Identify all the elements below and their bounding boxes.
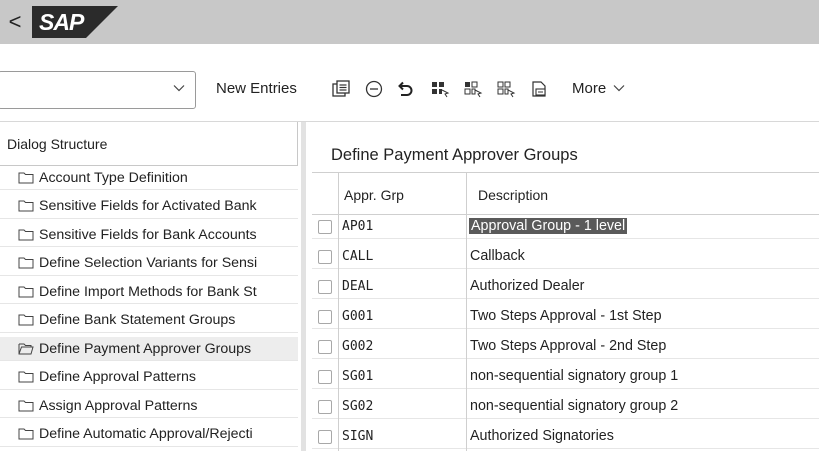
folder-icon [18,428,34,440]
back-chevron-icon: < [8,9,22,34]
table-row[interactable]: SG01 non-sequential signatory group 1 [312,365,819,389]
new-entries-button[interactable]: New Entries [216,80,297,97]
cell-description[interactable]: Authorized Dealer [470,278,584,294]
dialog-structure-title: Dialog Structure [0,122,298,166]
tree-item[interactable]: Account Type Definition [0,166,298,190]
tree-item[interactable]: Sensitive Fields for Bank Accounts [0,223,298,247]
folder-icon [18,229,34,240]
tree-item-label: Sensitive Fields for Activated Bank [39,198,257,214]
folder-icon [18,257,34,269]
more-button[interactable]: More [572,80,625,97]
tree-item-label: Define Selection Variants for Sensi [39,255,258,271]
table-row[interactable]: SIGN Authorized Signatories [312,425,819,449]
table-row[interactable]: G001 Two Steps Approval - 1st Step [312,305,819,329]
table-header: Appr. Grp Description [312,172,819,215]
select-block-icon[interactable] [462,78,484,100]
cell-appr-grp[interactable]: SG02 [342,399,373,414]
row-select-checkbox[interactable] [318,250,332,264]
column-header-appr-grp[interactable]: Appr. Grp [344,187,404,203]
undo-icon[interactable] [394,78,416,100]
more-label: More [572,80,607,97]
chevron-down-icon [613,85,625,92]
cell-description[interactable]: non-sequential signatory group 1 [470,368,678,384]
table-row[interactable]: AP01 Approval Group - 1 level [312,215,819,239]
row-select-checkbox[interactable] [318,430,332,444]
print-icon[interactable] [528,78,550,100]
tree-item-label: Define Payment Approver Groups [39,340,252,357]
copy-as-icon[interactable] [330,78,352,100]
tree-item-label: Sensitive Fields for Bank Accounts [39,226,257,243]
column-divider [466,172,467,451]
row-select-checkbox[interactable] [318,370,332,384]
folder-icon [18,200,34,212]
tree-item[interactable]: Define Approval Patterns [0,366,298,390]
tree-item-label: Account Type Definition [39,169,188,186]
column-divider [338,172,339,451]
table-row[interactable]: SG02 non-sequential signatory group 2 [312,395,819,419]
folder-icon [18,314,34,326]
tree-item[interactable]: Define Selection Variants for Sensi [0,252,298,276]
tree-item-label: Define Bank Statement Groups [39,312,236,328]
pane-splitter[interactable] [301,122,306,451]
folder-icon [18,172,34,183]
cell-appr-grp[interactable]: SG01 [342,369,373,384]
folder-open-icon [18,343,34,354]
cell-appr-grp[interactable]: DEAL [342,279,373,294]
select-all-icon[interactable] [429,78,451,100]
tree-item[interactable]: Sensitive Fields for Activated Bank [0,195,298,219]
row-select-checkbox[interactable] [318,220,332,234]
table-row[interactable]: G002 Two Steps Approval - 2nd Step [312,335,819,359]
folder-icon [18,400,34,411]
tree-item-label: Define Import Methods for Bank St [39,283,257,300]
back-button[interactable]: < [2,0,28,44]
cell-appr-grp[interactable]: CALL [342,249,373,264]
row-select-checkbox[interactable] [318,340,332,354]
cell-description[interactable]: non-sequential signatory group 2 [470,398,678,414]
row-select-checkbox[interactable] [318,280,332,294]
cell-appr-grp[interactable]: AP01 [342,219,373,234]
dialog-structure-pane: Dialog Structure Account Type Definition… [0,122,301,451]
logo-text: SAP [39,9,84,35]
tree-item-label: Define Approval Patterns [39,369,196,385]
tree-item[interactable]: Define Import Methods for Bank St [0,280,298,304]
cell-description[interactable]: Approval Group - 1 level [469,218,628,234]
page-title: Define Payment Approver Groups [331,146,578,164]
tree-item[interactable]: Define Bank Statement Groups [0,309,298,333]
cell-description[interactable]: Callback [470,248,525,264]
cell-appr-grp[interactable]: G001 [342,309,373,324]
tree-item-label: Define Automatic Approval/Rejecti [39,426,253,442]
cell-appr-grp[interactable]: G002 [342,339,373,354]
tree-item[interactable]: Define Payment Approver Groups [0,337,298,361]
delete-row-icon[interactable] [363,78,385,100]
row-select-checkbox[interactable] [318,400,332,414]
cell-appr-grp[interactable]: SIGN [342,429,373,444]
folder-icon [18,286,34,297]
table-row[interactable]: DEAL Authorized Dealer [312,275,819,299]
toolbar: New Entries More [0,44,819,122]
variant-select[interactable] [0,71,196,109]
cell-description[interactable]: Two Steps Approval - 2nd Step [470,338,666,354]
tree-item[interactable]: Assign Approval Patterns [0,394,298,418]
cell-description[interactable]: Two Steps Approval - 1st Step [470,308,662,324]
row-select-checkbox[interactable] [318,310,332,324]
chevron-down-icon [173,85,185,92]
folder-icon [18,371,34,383]
cell-description[interactable]: Authorized Signatories [470,428,614,444]
column-header-description[interactable]: Description [478,187,548,203]
shell-header: < SAP [0,0,819,44]
tree-item-label: Assign Approval Patterns [39,397,198,414]
table-row[interactable]: CALL Callback [312,245,819,269]
deselect-all-icon[interactable] [495,78,517,100]
tree-item[interactable]: Define Automatic Approval/Rejecti [0,423,298,447]
sap-logo: SAP [32,6,118,38]
